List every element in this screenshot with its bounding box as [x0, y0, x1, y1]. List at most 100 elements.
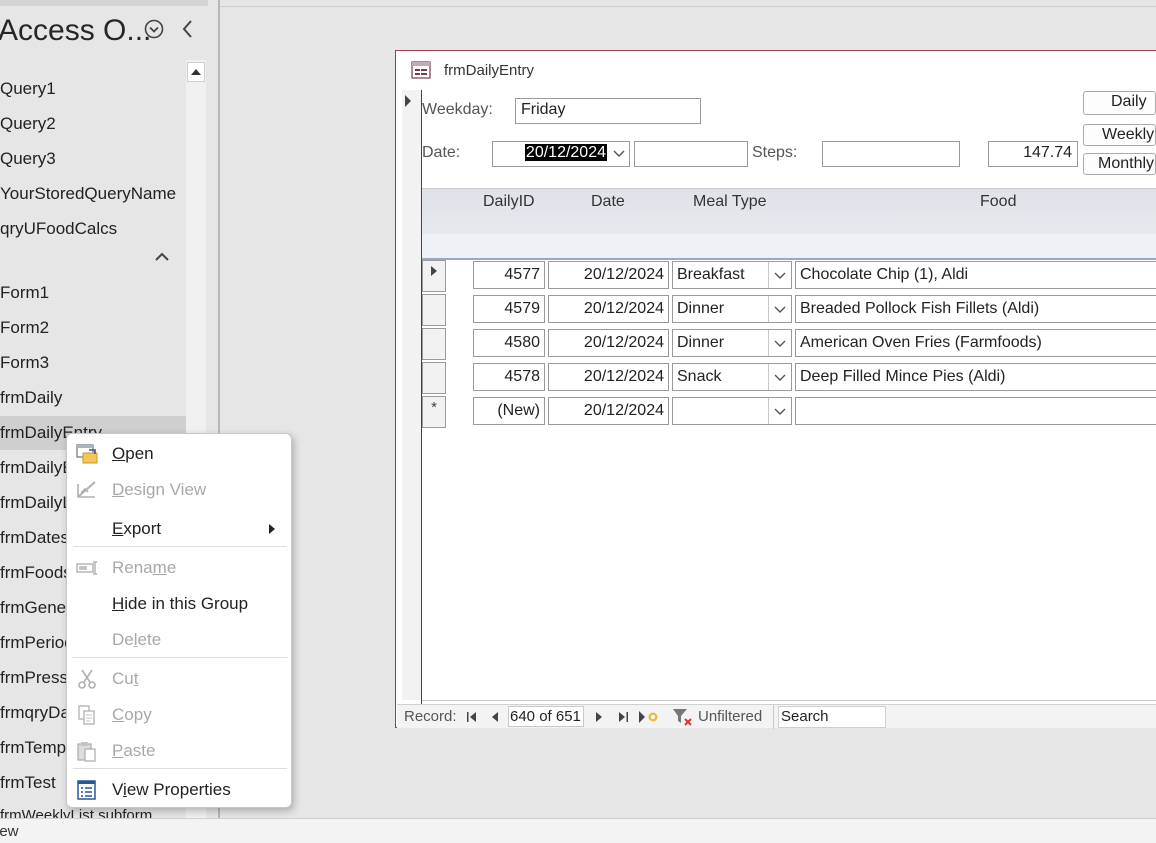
- last-record-icon[interactable]: [616, 710, 630, 724]
- filter-status-button[interactable]: Unfiltered: [698, 708, 762, 725]
- cell-food[interactable]: Chocolate Chip (1), Aldi: [795, 261, 1156, 289]
- nav-item-query3[interactable]: Query3: [0, 142, 186, 176]
- date-dropdown-button[interactable]: [609, 143, 629, 164]
- nav-pane-collapse-button[interactable]: [178, 16, 198, 42]
- status-text: iew: [0, 823, 19, 840]
- nav-item-form2[interactable]: Form2: [0, 311, 186, 345]
- menu-item-export[interactable]: Export: [67, 511, 291, 547]
- record-navigation-bar: Record: 640 of 651 Unfiltered Search: [397, 704, 1156, 729]
- menu-item-delete[interactable]: Delete: [67, 622, 291, 658]
- row-selector[interactable]: [422, 260, 446, 292]
- row-selector[interactable]: [422, 328, 446, 360]
- cell-date[interactable]: 20/12/2024: [548, 261, 669, 289]
- context-menu: Open Design View Export Rename Hide in t…: [66, 433, 292, 808]
- total-field[interactable]: 147.74: [988, 141, 1078, 167]
- steps-field[interactable]: [822, 141, 960, 167]
- group-collapse-button[interactable]: [150, 246, 174, 268]
- current-row-icon: [431, 266, 437, 276]
- menu-item-rename[interactable]: Rename: [67, 550, 291, 586]
- form-titlebar: frmDailyEntry: [396, 51, 1156, 89]
- column-header-food[interactable]: Food: [980, 193, 1016, 211]
- nav-item-frmdaily[interactable]: frmDaily: [0, 381, 186, 415]
- scroll-up-button[interactable]: [187, 62, 205, 82]
- paste-icon: [77, 742, 96, 762]
- date-value: 20/12/2024: [524, 144, 607, 161]
- menu-item-paste[interactable]: Paste: [67, 733, 291, 769]
- menu-item-hide-in-group[interactable]: Hide in this Group: [67, 586, 291, 622]
- nav-item-stored-query[interactable]: YourStoredQueryName: [0, 177, 186, 211]
- row-selector[interactable]: [422, 362, 446, 394]
- nav-item-query1[interactable]: Query1: [0, 72, 186, 106]
- chevron-down-icon: [774, 374, 786, 381]
- menu-separator: [73, 657, 287, 658]
- column-header-dailyid[interactable]: DailyID: [483, 193, 535, 211]
- rename-icon: [76, 561, 97, 575]
- meal-type-dropdown[interactable]: [768, 364, 790, 390]
- menu-item-view-properties[interactable]: View Properties: [67, 772, 291, 808]
- properties-icon: [77, 780, 96, 800]
- cell-date[interactable]: 20/12/2024: [548, 363, 669, 391]
- cell-dailyid-new[interactable]: (New): [473, 397, 545, 425]
- nav-item-query2[interactable]: Query2: [0, 107, 186, 141]
- cell-date[interactable]: 20/12/2024: [548, 295, 669, 323]
- menu-item-label: Design View: [112, 480, 207, 499]
- column-header-date[interactable]: Date: [591, 193, 625, 211]
- mnemonic-letter: H: [112, 594, 125, 613]
- subform-left-border: [421, 90, 422, 704]
- menu-item-label: Paste: [112, 741, 156, 760]
- menu-item-label: Cut: [112, 669, 139, 688]
- meal-type-dropdown[interactable]: [768, 330, 790, 356]
- weekday-label: Weekday:: [422, 101, 493, 118]
- chevron-down-icon: [774, 340, 786, 347]
- cell-date[interactable]: 20/12/2024: [548, 329, 669, 357]
- cell-dailyid[interactable]: 4577: [473, 261, 545, 289]
- form-record-selector[interactable]: [402, 90, 422, 700]
- cell-date-new[interactable]: 20/12/2024: [548, 397, 669, 425]
- new-record-icon[interactable]: [637, 709, 661, 725]
- menu-item-label: Copy: [112, 705, 152, 724]
- record-label: Record:: [404, 708, 457, 725]
- weekly-button[interactable]: Weekly: [1083, 124, 1156, 146]
- row-selector[interactable]: [422, 294, 446, 326]
- open-form-icon: [76, 444, 98, 464]
- search-input[interactable]: Search: [778, 706, 886, 728]
- nav-item-form3[interactable]: Form3: [0, 346, 186, 380]
- weekday-field[interactable]: Friday: [515, 98, 701, 124]
- new-row-selector[interactable]: *: [422, 396, 446, 428]
- chevron-up-icon: [155, 252, 169, 261]
- menu-item-label: Hide in this Group: [112, 594, 249, 613]
- nav-item-qryufoodcalcs[interactable]: qryUFoodCalcs: [0, 212, 186, 246]
- date-extra-field[interactable]: [634, 141, 748, 167]
- cell-food[interactable]: Deep Filled Mince Pies (Aldi): [795, 363, 1156, 391]
- monthly-button[interactable]: Monthly: [1083, 153, 1156, 175]
- current-record-field[interactable]: 640 of 651: [508, 706, 584, 727]
- nav-item-form1[interactable]: Form1: [0, 276, 186, 310]
- next-record-icon[interactable]: [592, 710, 606, 724]
- cell-food[interactable]: American Oven Fries (Farmfoods): [795, 329, 1156, 357]
- cell-food[interactable]: Breaded Pollock Fish Fillets (Aldi): [795, 295, 1156, 323]
- menu-item-design-view[interactable]: Design View: [67, 472, 291, 508]
- cell-food-new[interactable]: [795, 397, 1156, 425]
- previous-record-icon[interactable]: [488, 710, 502, 724]
- meal-type-dropdown[interactable]: [768, 398, 790, 424]
- date-label: Date:: [422, 144, 461, 161]
- meal-type-dropdown[interactable]: [768, 296, 790, 322]
- column-header-meal-type[interactable]: Meal Type: [693, 193, 767, 211]
- nav-pane-menu-button[interactable]: [143, 18, 165, 40]
- chevron-down-icon: [774, 408, 786, 415]
- menu-item-open[interactable]: Open: [67, 436, 291, 472]
- nav-top-line: [0, 0, 208, 6]
- menu-item-cut[interactable]: Cut: [67, 661, 291, 697]
- cell-dailyid[interactable]: 4578: [473, 363, 545, 391]
- first-record-icon[interactable]: [465, 710, 479, 724]
- daily-button[interactable]: Daily: [1083, 91, 1156, 115]
- meal-type-dropdown[interactable]: [768, 262, 790, 288]
- meal-type-value: Snack: [677, 368, 722, 385]
- cell-dailyid[interactable]: 4579: [473, 295, 545, 323]
- mnemonic-letter: O: [112, 444, 126, 463]
- form-title: frmDailyEntry: [444, 62, 535, 79]
- mnemonic-letter: i: [123, 780, 127, 799]
- menu-item-copy[interactable]: Copy: [67, 697, 291, 733]
- cell-dailyid[interactable]: 4580: [473, 329, 545, 357]
- steps-label: Steps:: [752, 144, 798, 161]
